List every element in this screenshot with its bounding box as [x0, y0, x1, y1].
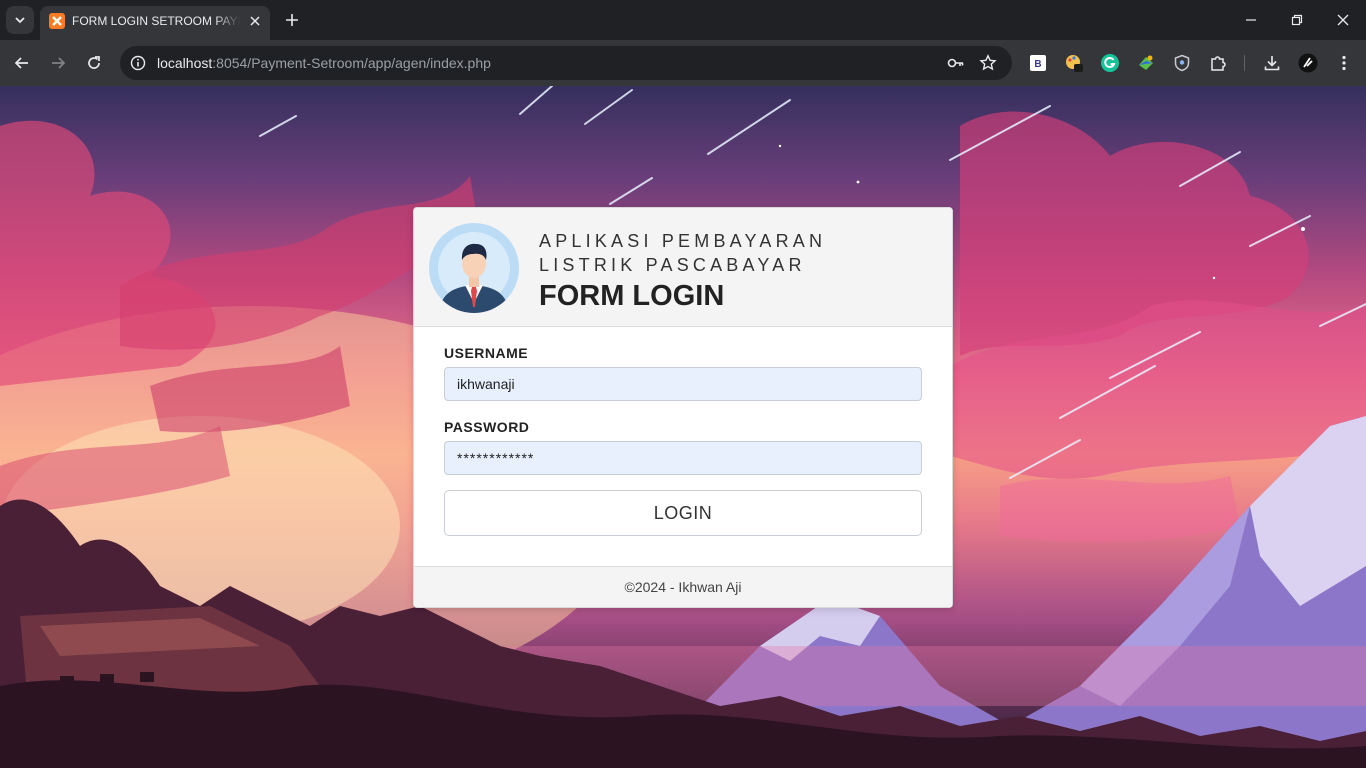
key-icon[interactable] [946, 53, 966, 73]
user-avatar-icon [429, 223, 519, 313]
url-host: localhost [157, 55, 213, 71]
app-title: APLIKASI PEMBAYARAN LISTRIK PASCABAYAR [539, 229, 939, 277]
tab-search-button[interactable] [6, 6, 34, 34]
bookmark-star-icon[interactable] [978, 53, 998, 73]
app-title-line-1: APLIKASI PEMBAYARAN [539, 231, 827, 251]
b-extension-icon[interactable]: B [1028, 53, 1048, 73]
close-tab-icon[interactable] [246, 12, 264, 30]
toolbar-separator [1244, 55, 1245, 71]
login-button[interactable]: LOGIN [444, 490, 922, 536]
app-title-line-2: LISTRIK PASCABAYAR [539, 255, 806, 275]
globe-extension-icon[interactable] [1136, 53, 1156, 73]
url-path: :8054/Payment-Setroom/app/agen/index.php [212, 55, 491, 71]
xampp-favicon-icon [49, 13, 65, 29]
minimize-icon[interactable] [1228, 0, 1274, 40]
url-text: localhost:8054/Payment-Setroom/app/agen/… [157, 54, 491, 72]
password-input[interactable] [444, 441, 922, 475]
browser-toolbar: localhost:8054/Payment-Setroom/app/agen/… [0, 40, 1366, 86]
puzzle-icon[interactable] [1208, 53, 1228, 73]
more-menu-icon[interactable] [1334, 53, 1354, 73]
card-header: APLIKASI PEMBAYARAN LISTRIK PASCABAYAR F… [414, 208, 952, 327]
username-label: USERNAME [444, 345, 529, 361]
login-card: APLIKASI PEMBAYARAN LISTRIK PASCABAYAR F… [413, 207, 953, 608]
close-window-icon[interactable] [1320, 0, 1366, 40]
page-viewport: APLIKASI PEMBAYARAN LISTRIK PASCABAYAR F… [0, 86, 1366, 768]
restore-icon[interactable] [1274, 0, 1320, 40]
shield-extension-icon[interactable] [1172, 53, 1192, 73]
paint-extension-icon[interactable] [1064, 53, 1084, 73]
grammarly-icon[interactable] [1100, 53, 1120, 73]
card-footer: ©2024 - Ikhwan Aji [414, 566, 952, 607]
chevron-down-icon [15, 17, 25, 24]
profile-avatar-icon[interactable] [1298, 53, 1318, 73]
forward-icon[interactable] [44, 49, 72, 77]
svg-text:B: B [1034, 59, 1041, 70]
password-label: PASSWORD [444, 419, 530, 435]
address-bar[interactable]: localhost:8054/Payment-Setroom/app/agen/… [120, 46, 1012, 80]
reload-icon[interactable] [80, 49, 108, 77]
active-tab[interactable]: FORM LOGIN SETROOM PAYMENT [40, 6, 270, 40]
username-input[interactable] [444, 367, 922, 401]
tab-strip: FORM LOGIN SETROOM PAYMENT [0, 0, 1366, 40]
site-info-icon[interactable] [128, 53, 148, 73]
tab-title: FORM LOGIN SETROOM PAYMENT [72, 14, 240, 28]
form-title: FORM LOGIN [539, 280, 725, 312]
back-icon[interactable] [8, 49, 36, 77]
download-icon[interactable] [1262, 53, 1282, 73]
new-tab-icon[interactable] [280, 8, 304, 32]
